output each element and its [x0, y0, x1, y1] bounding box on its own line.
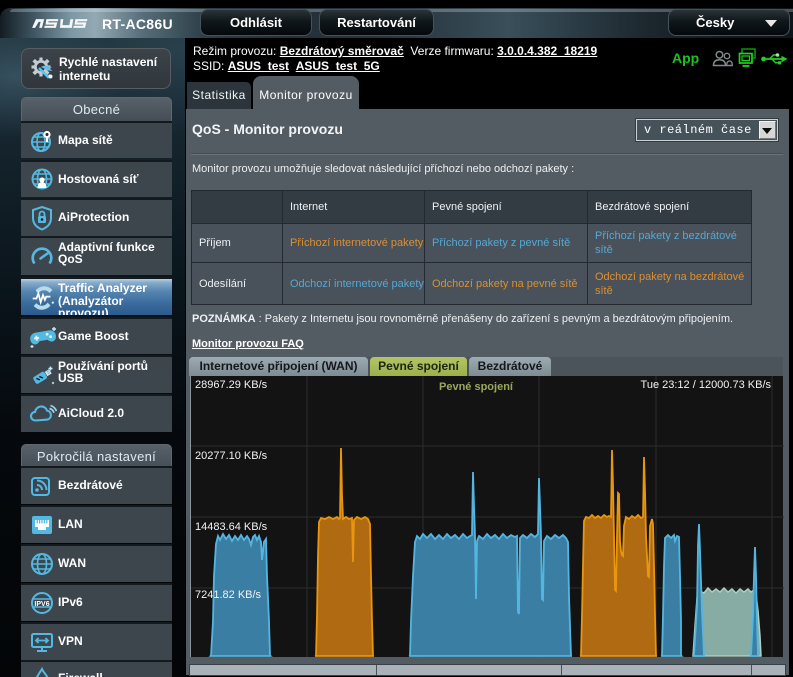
svg-text:20277.10 KB/s: 20277.10 KB/s	[195, 450, 268, 462]
svg-text:28967.29 KB/s: 28967.29 KB/s	[195, 379, 268, 391]
svg-text:14483.64 KB/s: 14483.64 KB/s	[195, 521, 268, 533]
svg-text:Tue 23:12 / 12000.73 KB/s: Tue 23:12 / 12000.73 KB/s	[641, 379, 772, 391]
svg-text:7241.82 KB/s: 7241.82 KB/s	[195, 589, 262, 601]
svg-text:Pevné spojení: Pevné spojení	[439, 381, 514, 393]
svg-text:IPV6: IPV6	[34, 601, 49, 608]
